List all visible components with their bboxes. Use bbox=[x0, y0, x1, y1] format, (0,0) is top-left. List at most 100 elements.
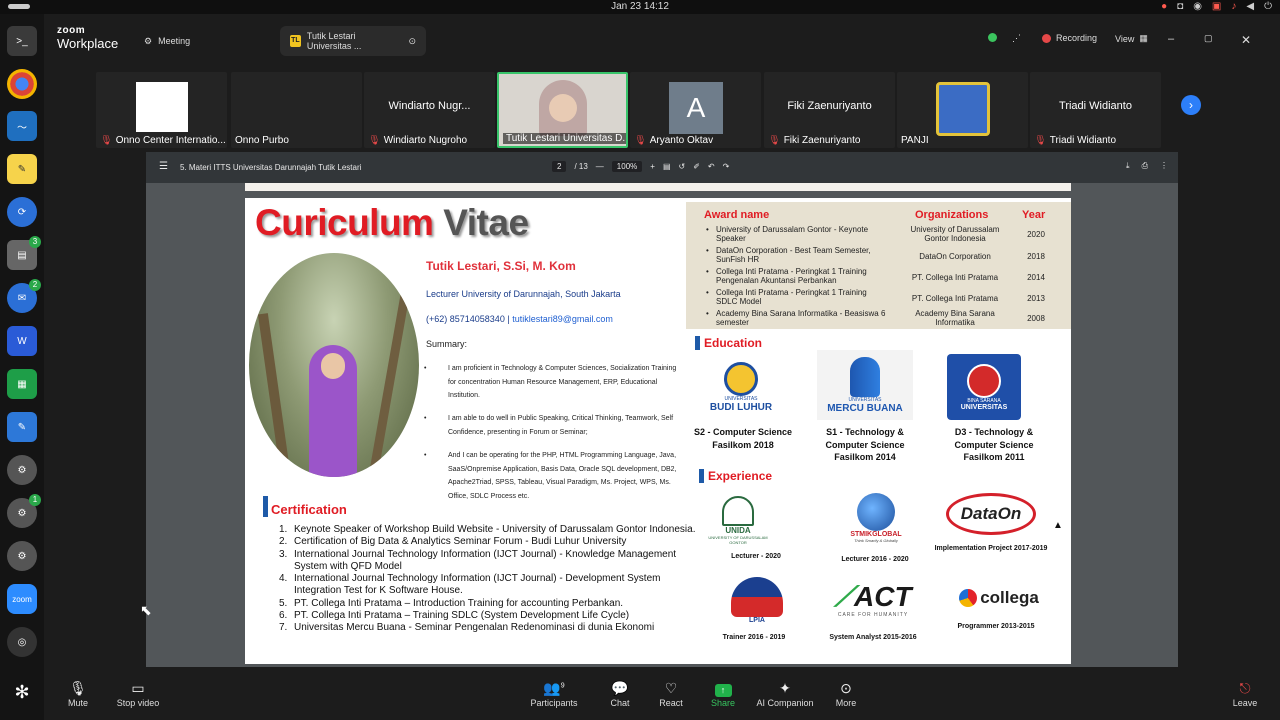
zoom-app-icon[interactable]: zoom bbox=[7, 584, 37, 614]
settings-icon[interactable]: ⚙ 1 bbox=[7, 494, 41, 528]
logo-name: BUDI LUHUR bbox=[709, 401, 773, 413]
certification-item: 5. PT. Collega Inti Pratama – Introductio… bbox=[279, 597, 624, 609]
lpia-logo: LPIA bbox=[715, 570, 799, 630]
tab-meeting[interactable]: ⚙ Meeting bbox=[134, 26, 200, 56]
pdf-canvas[interactable]: Curiculum Vitae Tutik Lestari, S.Si, M. … bbox=[146, 183, 1178, 667]
minimize-button[interactable]: – bbox=[1168, 33, 1174, 45]
recording-tray-icon[interactable]: ● bbox=[1161, 0, 1167, 13]
zoom-out-icon[interactable]: — bbox=[596, 162, 604, 171]
fit-page-icon[interactable]: ▤ bbox=[663, 162, 671, 171]
system-clock[interactable]: Jan 23 14:12 bbox=[0, 0, 1280, 13]
security-shield-icon[interactable] bbox=[988, 33, 997, 42]
experience-caption: Programmer 2013-2015 bbox=[957, 623, 1035, 630]
files-badge: 3 bbox=[29, 236, 41, 248]
settings-sync-icon[interactable]: ⟳ bbox=[7, 197, 37, 227]
act-swoosh-icon: ⟋ bbox=[834, 581, 855, 612]
maximize-button[interactable]: ▢ bbox=[1204, 33, 1213, 44]
cv-phone: (+62) 85714058340 | bbox=[426, 314, 510, 324]
bina-sarana-logo: BINA SARANA UNIVERSITAS bbox=[947, 354, 1021, 420]
screen-share-tray-icon[interactable]: ▣ bbox=[1212, 0, 1221, 13]
undo-icon[interactable]: ↶ bbox=[708, 162, 715, 171]
recording-indicator[interactable]: Recording bbox=[1042, 33, 1097, 43]
view-button[interactable]: View ▦ bbox=[1115, 33, 1148, 44]
document-icon[interactable]: ✎ bbox=[7, 412, 37, 442]
zoom-in-icon[interactable]: + bbox=[650, 162, 655, 171]
globe-icon bbox=[857, 493, 895, 531]
rotate-icon[interactable]: ↺ bbox=[679, 162, 686, 171]
more-button[interactable]: ⊙ More bbox=[811, 680, 881, 708]
stop-video-button[interactable]: ▭ Stop video bbox=[103, 680, 173, 708]
participant-tile[interactable]: PANJI bbox=[897, 72, 1028, 148]
writer-icon[interactable]: W bbox=[7, 326, 37, 356]
tab-options-icon[interactable]: ⊙ bbox=[408, 36, 416, 47]
logo-name: ACT bbox=[854, 581, 912, 612]
award-name: University of Darussalam Gontor - Keynot… bbox=[706, 225, 886, 243]
ai-companion-label: AI Companion bbox=[756, 698, 814, 708]
logo-name: MERCU BUANA bbox=[827, 402, 903, 414]
redo-icon[interactable]: ↷ bbox=[723, 162, 730, 171]
close-window-button[interactable]: ✕ bbox=[1241, 33, 1251, 47]
download-icon[interactable]: ⤓ bbox=[1126, 161, 1130, 171]
obs-icon[interactable]: ◎ bbox=[7, 627, 37, 657]
annotate-icon[interactable]: ✐ bbox=[693, 162, 700, 171]
summary-text: And I can be operating for the PHP, HTML… bbox=[448, 452, 677, 500]
page-total: / 13 bbox=[574, 162, 588, 171]
certification-heading: Certification bbox=[263, 496, 347, 517]
ai-companion-button[interactable]: ✦ AI Companion bbox=[750, 680, 820, 708]
spreadsheet-icon[interactable]: ▦ bbox=[7, 369, 37, 399]
participant-tile[interactable]: Onno Purbo bbox=[231, 72, 362, 148]
mic-tray-icon[interactable]: ♪ bbox=[1231, 0, 1236, 13]
participant-tile-active-speaker[interactable]: Tutik Lestari Universitas D... bbox=[497, 72, 628, 148]
title-part-2: Vitae bbox=[443, 202, 529, 243]
certification-item: 4. International Journal Technology Infor… bbox=[279, 573, 661, 597]
participant-name: Onno Purbo bbox=[235, 135, 289, 146]
person-face bbox=[321, 353, 345, 379]
files-icon[interactable]: ▤ 3 bbox=[7, 236, 41, 270]
page-number-input[interactable]: 2 bbox=[552, 161, 567, 172]
participant-caption: 🎙 Triadi Widianto bbox=[1034, 135, 1116, 146]
tab-presentation[interactable]: TL Tutik Lestari Universitas ... ⊙ bbox=[280, 26, 426, 56]
experience-caption: Implementation Project 2017-2019 bbox=[934, 545, 1048, 552]
participant-tile[interactable]: Windiarto Nugr... 🎙 Windiarto Nugroho bbox=[364, 72, 495, 148]
mouse-cursor-icon: ⬉ bbox=[140, 602, 152, 618]
participant-tile[interactable]: 🎙 Onno Center Internatio... bbox=[96, 72, 227, 148]
zoom-level-input[interactable]: 100% bbox=[611, 161, 643, 172]
leave-button[interactable]: ⎋ Leave bbox=[1210, 680, 1280, 708]
summary-heading: Summary: bbox=[426, 339, 468, 349]
share-button[interactable]: ↑ Share bbox=[688, 680, 758, 708]
award-org: PT. Collega Inti Pratama bbox=[911, 273, 999, 282]
screenshot-tray-icon[interactable]: ◘ bbox=[1177, 0, 1183, 13]
print-icon[interactable]: ⎙ bbox=[1142, 161, 1148, 171]
menu-icon[interactable]: ☰ bbox=[159, 161, 168, 172]
participants-button[interactable]: 👥9 Participants bbox=[519, 680, 589, 708]
participant-tile[interactable]: A 🎙 Aryanto Oktav bbox=[630, 72, 761, 148]
award-org: DataOn Corporation bbox=[919, 252, 991, 261]
signal-icon[interactable]: ⋰ bbox=[1012, 33, 1021, 44]
terminal-icon[interactable]: >_ bbox=[7, 26, 37, 56]
award-year: 2020 bbox=[1027, 230, 1045, 239]
zoom-tray-icon[interactable]: ◉ bbox=[1193, 0, 1202, 13]
power-icon[interactable]: ⏻ bbox=[1264, 0, 1272, 13]
tree-trunk bbox=[369, 293, 410, 473]
participant-tile[interactable]: Triadi Widianto 🎙 Triadi Widianto bbox=[1030, 72, 1161, 148]
presenter-avatar-icon: TL bbox=[290, 35, 301, 47]
volume-icon[interactable]: ◀ bbox=[1246, 0, 1254, 13]
preferences-icon[interactable]: ⚙ bbox=[7, 541, 37, 571]
participant-strip: 🎙 Onno Center Internatio... Onno Purbo Wi… bbox=[96, 72, 1164, 148]
slide-title: Curiculum Vitae bbox=[255, 202, 529, 244]
participant-tile[interactable]: Fiki Zaenuriyanto 🎙 Fiki Zaenuriyanto bbox=[764, 72, 895, 148]
tab-presentation-label: Tutik Lestari Universitas ... bbox=[306, 31, 362, 51]
more-options-icon[interactable]: ⋮ bbox=[1160, 161, 1168, 171]
gear-icon[interactable]: ⚙ bbox=[7, 455, 37, 485]
text-editor-icon[interactable]: ✎ bbox=[7, 154, 37, 184]
more-icon: ⊙ bbox=[840, 680, 852, 696]
monitor-app-icon[interactable]: 〜 bbox=[7, 111, 37, 141]
video-camera-icon: ▭ bbox=[131, 680, 145, 696]
next-participants-button[interactable]: › bbox=[1181, 95, 1201, 115]
thunderbird-icon[interactable]: ✉ 2 bbox=[7, 279, 41, 313]
share-screen-icon: ↑ bbox=[714, 684, 732, 697]
chrome-icon[interactable] bbox=[7, 69, 37, 99]
onno-center-logo bbox=[136, 82, 188, 132]
video-face bbox=[549, 94, 577, 122]
app-grid-icon[interactable]: ✻ bbox=[7, 677, 37, 707]
